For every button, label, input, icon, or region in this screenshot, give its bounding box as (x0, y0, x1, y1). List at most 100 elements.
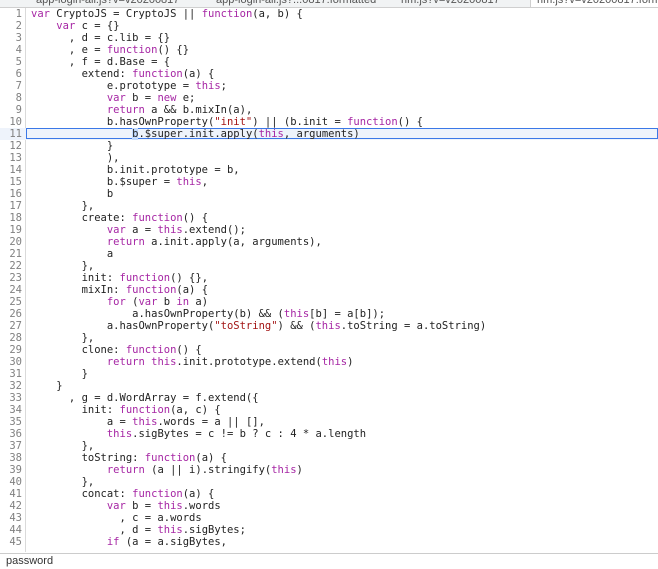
code-line[interactable]: 8 var b = new e; (0, 92, 658, 104)
code-line[interactable]: 45 if (a = a.sigBytes, (0, 536, 658, 548)
code-line[interactable]: 23 init: function() {}, (0, 272, 658, 284)
line-number: 15 (9, 176, 22, 188)
line-number: 3 (15, 32, 22, 44)
code-line[interactable]: 28 }, (0, 332, 658, 344)
code-line[interactable]: 43 , c = a.words (0, 512, 658, 524)
code-text: extend: function(a) { (31, 68, 215, 80)
line-number: 44 (9, 524, 22, 536)
code-line[interactable]: 27 a.hasOwnProperty("toString") && (this… (0, 320, 658, 332)
code-text: init: function(a, c) { (31, 404, 221, 416)
code-line[interactable]: 41 concat: function(a) { (0, 488, 658, 500)
code-line[interactable]: 40 }, (0, 476, 658, 488)
code-text: }, (31, 200, 95, 212)
code-text: var b = new e; (106, 92, 196, 104)
code-line[interactable]: 16 b (0, 188, 658, 200)
code-line[interactable]: 32 } (0, 380, 658, 392)
code-line[interactable]: 15 b.$super = this, (0, 176, 658, 188)
code-text: } (31, 140, 114, 152)
line-number: 28 (9, 332, 22, 344)
code-line[interactable]: 34 init: function(a, c) { (0, 404, 658, 416)
code-text: b.init.prototype = b, (31, 164, 240, 176)
code-line[interactable]: 29 clone: function() { (0, 344, 658, 356)
code-line[interactable]: 1 var CryptoJS = CryptoJS || function(a, … (0, 8, 658, 20)
code-line[interactable]: 22 }, (0, 260, 658, 272)
code-text: create: function() { (31, 212, 209, 224)
code-line[interactable]: 31 } (0, 368, 658, 380)
code-text: a.hasOwnProperty("toString") && (this.to… (31, 320, 487, 332)
line-number: 13 (9, 152, 22, 164)
line-number: 1 (15, 8, 22, 20)
line-number: 16 (9, 188, 22, 200)
line-number: 30 (9, 356, 22, 368)
code-line[interactable]: 39 return (a || i).stringify(this) (0, 464, 658, 476)
code-line[interactable]: 42 var b = this.words (0, 500, 658, 512)
code-line[interactable]: 19 var a = this.extend(); (0, 224, 658, 236)
code-line[interactable]: 17 }, (0, 200, 658, 212)
code-line[interactable]: 4 , e = function() {} (0, 44, 658, 56)
line-number: 41 (9, 488, 22, 500)
code-line[interactable]: 33 , g = d.WordArray = f.extend({ (0, 392, 658, 404)
code-text: }, (31, 260, 95, 272)
code-line[interactable]: 26 a.hasOwnProperty(b) && (this[b] = a[b… (0, 308, 658, 320)
code-line[interactable]: 2 var c = {} (0, 20, 658, 32)
code-text: return this.init.prototype.extend(this) (106, 356, 354, 368)
code-text: clone: function() { (31, 344, 202, 356)
code-line[interactable]: 12 } (0, 140, 658, 152)
code-text: }, (31, 440, 95, 452)
code-line[interactable]: 10 b.hasOwnProperty("init") || (b.init =… (0, 116, 658, 128)
code-line[interactable]: 11 b.$super.init.apply(this, arguments) (0, 128, 658, 140)
line-number: 35 (9, 416, 22, 428)
line-number: 19 (9, 224, 22, 236)
line-number: 26 (9, 308, 22, 320)
code-line[interactable]: 9 return a && b.mixIn(a), (0, 104, 658, 116)
code-line[interactable]: 24 mixIn: function(a) { (0, 284, 658, 296)
code-text: mixIn: function(a) { (31, 284, 209, 296)
line-number: 31 (9, 368, 22, 380)
code-line[interactable]: 25 for (var b in a) (0, 296, 658, 308)
code-line[interactable]: 14 b.init.prototype = b, (0, 164, 658, 176)
code-line[interactable]: 35 a = this.words = a || [], (0, 416, 658, 428)
code-text: return a.init.apply(a, arguments), (106, 236, 322, 248)
line-number: 33 (9, 392, 22, 404)
line-number: 39 (9, 464, 22, 476)
file-tab[interactable]: app-login-all.js?v=v20200817 (30, 0, 185, 7)
code-text: , d = this.sigBytes; (31, 524, 246, 536)
code-line[interactable]: 7 e.prototype = this; (0, 80, 658, 92)
search-status-bar[interactable]: password (0, 553, 658, 568)
code-text: a = this.words = a || [], (31, 416, 265, 428)
code-line[interactable]: 20 return a.init.apply(a, arguments), (0, 236, 658, 248)
line-number: 22 (9, 260, 22, 272)
line-number: 27 (9, 320, 22, 332)
code-line[interactable]: 36 this.sigBytes = c != b ? c : 4 * a.le… (0, 428, 658, 440)
file-tab[interactable]: app-login-all.js?...0817:formatted (210, 0, 382, 7)
code-text: , g = d.WordArray = f.extend({ (31, 392, 259, 404)
code-text: return a && b.mixIn(a), (106, 104, 253, 116)
line-number: 12 (9, 140, 22, 152)
code-line[interactable]: 37 }, (0, 440, 658, 452)
code-line[interactable]: 3 , d = c.lib = {} (0, 32, 658, 44)
line-number: 6 (15, 68, 22, 80)
code-editor[interactable]: 1 var CryptoJS = CryptoJS || function(a, … (0, 8, 658, 552)
code-line[interactable]: 13 ), (0, 152, 658, 164)
code-text: this.sigBytes = c != b ? c : 4 * a.lengt… (106, 428, 367, 440)
code-line[interactable]: 38 toString: function(a) { (0, 452, 658, 464)
code-text: ), (31, 152, 120, 164)
code-line[interactable]: 18 create: function() { (0, 212, 658, 224)
code-text: toString: function(a) { (31, 452, 227, 464)
code-text: return (a || i).stringify(this) (106, 464, 303, 476)
file-tab[interactable]: rim.js?v=v20200817:formatted (530, 0, 658, 7)
line-number: 37 (9, 440, 22, 452)
code-text: }, (31, 476, 95, 488)
line-number: 24 (9, 284, 22, 296)
code-line[interactable]: 6 extend: function(a) { (0, 68, 658, 80)
file-tab[interactable]: rim.js?v=v20200817 (395, 0, 506, 7)
code-line[interactable]: 5 , f = d.Base = { (0, 56, 658, 68)
code-text: , f = d.Base = { (31, 56, 171, 68)
code-line[interactable]: 44 , d = this.sigBytes; (0, 524, 658, 536)
code-text: } (31, 368, 88, 380)
code-text: b (31, 188, 114, 200)
code-line[interactable]: 21 a (0, 248, 658, 260)
code-line[interactable]: 30 return this.init.prototype.extend(thi… (0, 356, 658, 368)
code-text: if (a = a.sigBytes, (106, 536, 227, 548)
code-text: concat: function(a) { (31, 488, 215, 500)
